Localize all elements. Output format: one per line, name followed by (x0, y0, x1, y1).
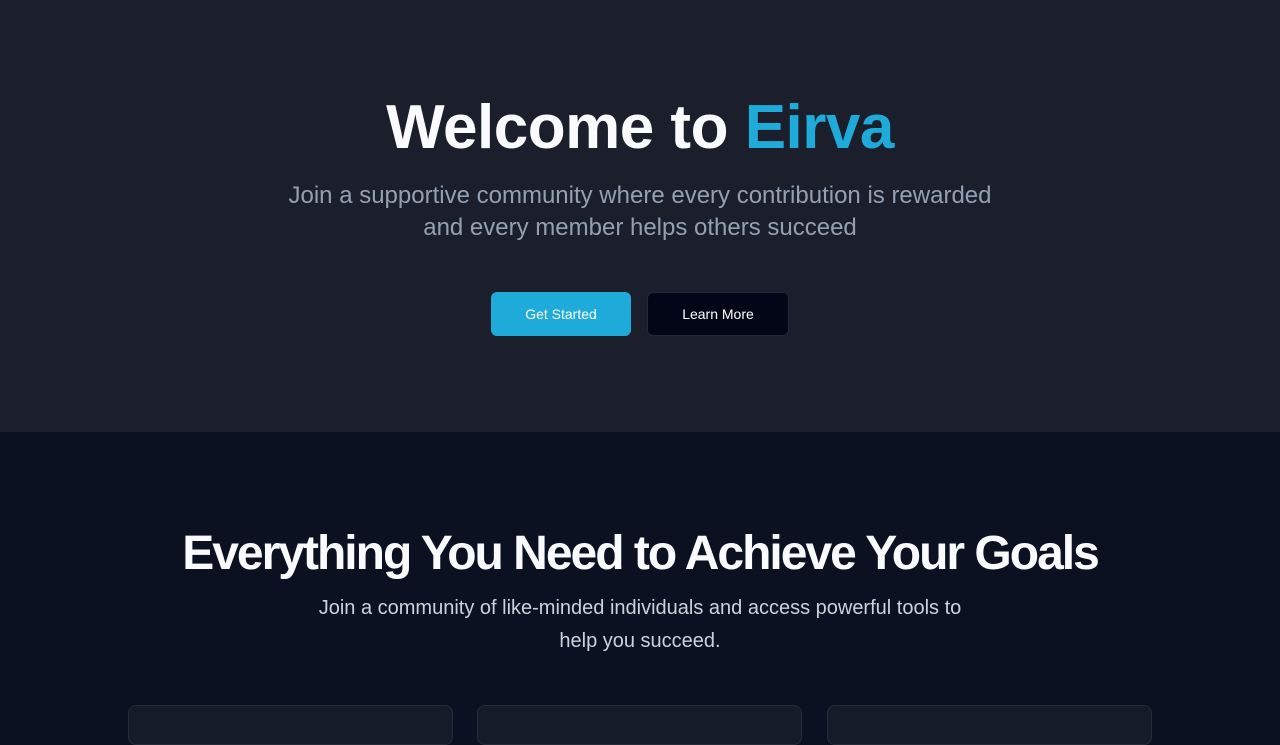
hero-subtitle-line-2: and every member helps others succeed (423, 214, 857, 241)
feature-card (477, 705, 802, 745)
hero-section: Welcome to Eirva Join a supportive commu… (0, 0, 1280, 432)
hero-title: Welcome to Eirva (0, 92, 1280, 164)
hero-subtitle-line-1: Join a supportive community where every … (288, 182, 992, 209)
brand-name: Eirva (744, 93, 895, 162)
features-subtitle-line-1: Join a community of like-minded individu… (318, 597, 962, 619)
feature-card (827, 705, 1152, 745)
learn-more-button[interactable]: Learn More (647, 292, 789, 336)
features-title: Everything You Need to Achieve Your Goal… (182, 527, 1100, 580)
features-subtitle-line-2: help you succeed. (559, 630, 721, 652)
features-section: Everything You Need to Achieve Your Goal… (0, 432, 1280, 745)
feature-card (128, 705, 453, 745)
hero-title-prefix: Welcome to (386, 93, 745, 162)
hero-subtitle: Join a supportive community where every … (240, 180, 1040, 244)
get-started-button[interactable]: Get Started (491, 292, 631, 336)
features-subtitle: Join a community of like-minded individu… (280, 592, 1000, 658)
